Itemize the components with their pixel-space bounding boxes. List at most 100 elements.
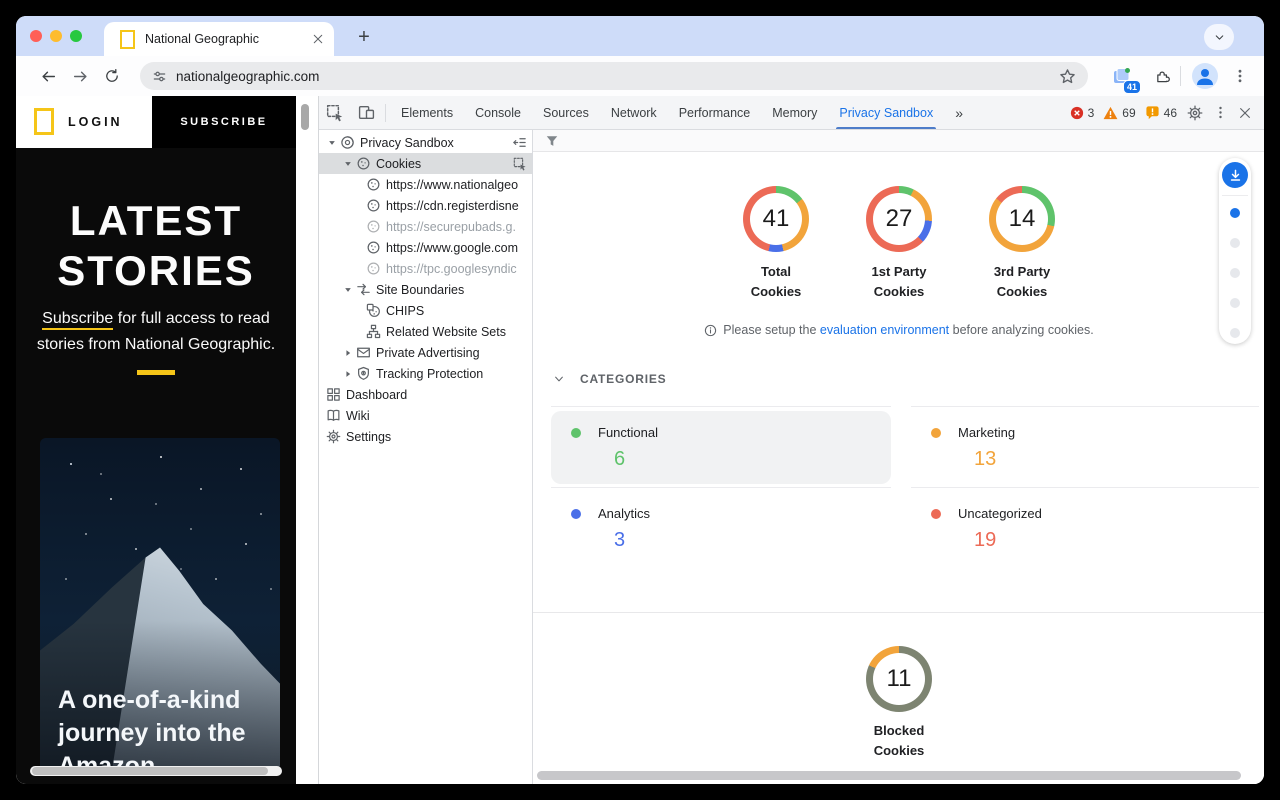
evaluation-environment-link[interactable]: evaluation environment: [820, 323, 949, 337]
profile-avatar: [1192, 63, 1218, 89]
tree-item-cookies[interactable]: Cookies: [319, 153, 532, 174]
more-tabs-button[interactable]: »: [944, 96, 974, 129]
tree-item-private-advertising[interactable]: Private Advertising: [319, 342, 532, 363]
envelope-icon: [356, 345, 371, 360]
section-nav-dot[interactable]: [1230, 298, 1240, 308]
collapse-sidebar-button[interactable]: [512, 135, 527, 150]
latest-stories-heading: LATESTSTORIES: [16, 196, 296, 296]
download-report-button[interactable]: [1222, 162, 1248, 188]
browser-menu-button[interactable]: [1228, 64, 1252, 88]
new-tab-button[interactable]: +: [350, 22, 378, 52]
tab-network[interactable]: Network: [600, 96, 668, 129]
section-nav-dot-active[interactable]: [1230, 208, 1240, 218]
reload-icon: [104, 68, 120, 84]
browser-tab[interactable]: National Geographic: [104, 22, 334, 56]
login-link[interactable]: LOGIN: [68, 115, 123, 129]
tab-close-icon[interactable]: [312, 33, 324, 45]
tab-console[interactable]: Console: [464, 96, 532, 129]
tab-performance[interactable]: Performance: [668, 96, 762, 129]
first-party-cookies-stat: 27 1st PartyCookies: [866, 186, 932, 302]
tree-expand-arrow-icon[interactable]: [343, 285, 353, 295]
minimize-window-button[interactable]: [50, 30, 62, 42]
tree-item-cookie-origin[interactable]: https://securepubads.g.: [319, 216, 532, 237]
section-nav-dot[interactable]: [1230, 328, 1240, 338]
section-nav-dot[interactable]: [1230, 268, 1240, 278]
section-nav-dot[interactable]: [1230, 238, 1240, 248]
tree-item-chips[interactable]: CHIPS: [319, 300, 532, 321]
reload-button[interactable]: [100, 64, 124, 88]
natgeo-logo[interactable]: [34, 108, 54, 135]
tree-item-cookie-origin[interactable]: https://cdn.registerdisne: [319, 195, 532, 216]
site-settings-icon[interactable]: [152, 69, 167, 84]
tab-search-button[interactable]: [1204, 24, 1234, 50]
tree-item-wiki[interactable]: Wiki: [319, 405, 532, 426]
tab-sources[interactable]: Sources: [532, 96, 600, 129]
zoom-window-button[interactable]: [70, 30, 82, 42]
forward-button[interactable]: [68, 64, 92, 88]
devtools-settings-button[interactable]: [1187, 105, 1203, 121]
site-vertical-scrollbar-thumb[interactable]: [301, 104, 309, 130]
category-functional[interactable]: Functional 6: [551, 406, 891, 487]
site-boundaries-icon: [356, 282, 371, 297]
bookmark-star-icon[interactable]: [1059, 68, 1076, 85]
cookie-icon: [356, 156, 371, 171]
category-uncategorized[interactable]: Uncategorized 19: [911, 487, 1259, 568]
tree-collapse-arrow-icon[interactable]: [343, 348, 353, 358]
story-card[interactable]: A one-of-a-kind journey into the Amazon: [40, 438, 280, 770]
close-window-button[interactable]: [30, 30, 42, 42]
category-analytics[interactable]: Analytics 3: [551, 487, 891, 568]
back-arrow-icon: [40, 68, 57, 85]
tree-item-tracking-protection[interactable]: Tracking Protection: [319, 363, 532, 384]
categories-section-header[interactable]: CATEGORIES: [553, 372, 666, 386]
inspect-element-button[interactable]: [319, 104, 351, 122]
tab-memory[interactable]: Memory: [761, 96, 828, 129]
console-errors-counter[interactable]: 3: [1070, 106, 1095, 120]
category-marketing[interactable]: Marketing 13: [911, 406, 1259, 487]
chevron-down-icon: [1213, 31, 1226, 44]
console-warnings-counter[interactable]: 69: [1103, 106, 1135, 120]
download-icon: [1228, 168, 1243, 183]
tree-item-dashboard[interactable]: Dashboard: [319, 384, 532, 405]
tree-expand-arrow-icon[interactable]: [343, 159, 353, 169]
kebab-menu-icon: [1232, 68, 1248, 84]
back-button[interactable]: [36, 64, 60, 88]
tree-item-related-website-sets[interactable]: Related Website Sets: [319, 321, 532, 342]
devtools-menu-button[interactable]: [1213, 105, 1228, 120]
blocked-cookies-value: 11: [887, 665, 912, 693]
profile-button[interactable]: [1192, 63, 1218, 89]
subscribe-button[interactable]: SUBSCRIBE: [152, 96, 296, 148]
browser-window: National Geographic + nationalgeographic…: [16, 16, 1264, 784]
issues-counter[interactable]: 46: [1145, 105, 1177, 120]
filter-funnel-icon[interactable]: [545, 134, 559, 148]
url-text[interactable]: nationalgeographic.com: [176, 69, 1059, 84]
blocked-cookies-stat: 11 BlockedCookies: [533, 646, 1264, 761]
tree-item-cookie-origin[interactable]: https://tpc.googlesyndic: [319, 258, 532, 279]
report-horizontal-scrollbar-thumb[interactable]: [537, 771, 1241, 780]
first-party-cookies-value: 27: [886, 205, 913, 233]
tree-item-site-boundaries[interactable]: Site Boundaries: [319, 279, 532, 300]
devtools-panel: Elements Console Sources Network Perform…: [318, 96, 1264, 784]
site-header: LOGIN SUBSCRIBE: [16, 96, 318, 148]
extension-button[interactable]: 41: [1108, 63, 1134, 89]
omnibox[interactable]: nationalgeographic.com: [140, 62, 1088, 90]
total-cookies-donut: 41: [743, 186, 809, 252]
site-horizontal-scrollbar-thumb[interactable]: [32, 767, 268, 775]
subscribe-link[interactable]: Subscribe: [42, 310, 113, 330]
tree-item-settings[interactable]: Settings: [319, 426, 532, 447]
devtools-tab-bar: Elements Console Sources Network Perform…: [319, 96, 1264, 130]
uncategorized-count: 19: [974, 529, 1259, 552]
tree-item-cookie-origin[interactable]: https://www.google.com: [319, 237, 532, 258]
tree-expand-arrow-icon[interactable]: [327, 138, 337, 148]
tab-privacy-sandbox[interactable]: Privacy Sandbox: [828, 96, 944, 129]
extensions-menu-button[interactable]: [1150, 64, 1174, 88]
tree-item-privacy-sandbox[interactable]: Privacy Sandbox: [319, 132, 532, 153]
tree-item-cookie-origin[interactable]: https://www.nationalgeo: [319, 174, 532, 195]
puzzle-icon: [1154, 68, 1171, 85]
device-toolbar-button[interactable]: [351, 104, 381, 121]
tree-collapse-arrow-icon[interactable]: [343, 369, 353, 379]
privacy-sandbox-sidebar: Privacy Sandbox Cookies https://www.nati…: [319, 130, 533, 784]
devtools-close-button[interactable]: [1238, 106, 1252, 120]
tab-elements[interactable]: Elements: [390, 96, 464, 129]
cookies-summary-donuts: 41 TotalCookies 27 1st PartyCookies: [533, 186, 1264, 302]
inspect-frame-icon[interactable]: [513, 157, 527, 171]
